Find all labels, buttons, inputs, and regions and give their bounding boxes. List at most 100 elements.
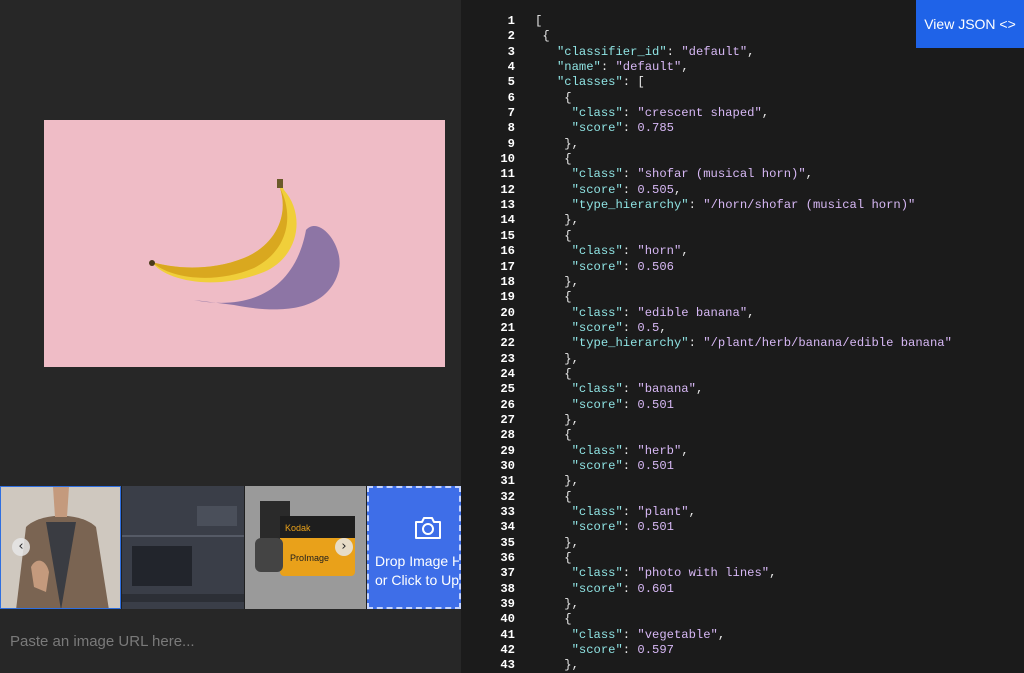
line-number: 19 — [500, 290, 515, 305]
line-content: "class": "crescent shaped", — [571, 106, 770, 121]
line-number: 6 — [507, 90, 515, 105]
line-content: { — [535, 152, 572, 167]
image-preview — [44, 120, 445, 367]
line-number: 22 — [500, 336, 515, 351]
thumbnail-circuit-board[interactable] — [122, 486, 244, 609]
line-number: 41 — [500, 627, 515, 642]
code-line: 43 }, — [461, 658, 1024, 673]
code-line: 9 }, — [461, 137, 1024, 152]
code-line: 21 "score": 0.5, — [461, 321, 1024, 336]
line-number: 37 — [500, 566, 515, 581]
line-content: }, — [535, 658, 579, 673]
line-number: 13 — [500, 198, 515, 213]
code-line: 26 "score": 0.501 — [461, 398, 1024, 413]
line-content: "score": 0.506 — [571, 259, 674, 274]
line-number: 30 — [500, 458, 515, 473]
code-line: 14 }, — [461, 213, 1024, 228]
line-number: 1 — [507, 14, 515, 28]
line-content: }, — [535, 351, 579, 366]
line-content: }, — [535, 412, 579, 427]
line-content: }, — [535, 597, 579, 612]
code-line: 20 "class": "edible banana", — [461, 306, 1024, 321]
line-content: { — [535, 428, 572, 443]
line-content: "class": "edible banana", — [571, 305, 755, 320]
line-number: 43 — [500, 658, 515, 673]
line-content: "classes": [ — [556, 75, 645, 90]
image-url-input[interactable] — [0, 610, 461, 673]
line-number: 10 — [500, 152, 515, 167]
line-content: "class": "herb", — [571, 443, 689, 458]
code-line: 17 "score": 0.506 — [461, 260, 1024, 275]
line-number: 5 — [507, 75, 515, 90]
svg-text:ProImage: ProImage — [290, 553, 329, 563]
carousel-prev-button[interactable]: ‹ — [12, 538, 30, 556]
camera-icon — [415, 517, 441, 539]
line-number: 14 — [500, 213, 515, 228]
line-content: "score": 0.5, — [571, 320, 667, 335]
line-number: 32 — [500, 489, 515, 504]
line-number: 3 — [507, 44, 515, 59]
code-line: 23 }, — [461, 352, 1024, 367]
line-number: 26 — [500, 397, 515, 412]
carousel-next-button[interactable]: › — [335, 538, 353, 556]
code-line: 28 { — [461, 428, 1024, 443]
line-content: { — [535, 228, 572, 243]
line-number: 38 — [500, 581, 515, 596]
code-line: 10 { — [461, 152, 1024, 167]
line-content: "score": 0.501 — [571, 397, 674, 412]
line-number: 23 — [500, 351, 515, 366]
line-number: 9 — [507, 136, 515, 151]
line-content: }, — [535, 474, 579, 489]
line-content: "score": 0.785 — [571, 121, 674, 136]
line-number: 21 — [500, 320, 515, 335]
line-content: "score": 0.597 — [571, 643, 674, 658]
line-number: 2 — [507, 29, 515, 44]
banana-image — [149, 179, 340, 310]
code-line: 30 "score": 0.501 — [461, 459, 1024, 474]
code-line: 37 "class": "photo with lines", — [461, 566, 1024, 581]
line-content: "name": "default", — [556, 60, 689, 75]
code-line: 8 "score": 0.785 — [461, 121, 1024, 136]
line-content: "class": "plant", — [571, 505, 696, 519]
line-number: 24 — [500, 366, 515, 381]
code-line: 36 { — [461, 551, 1024, 566]
dropzone-line-2: or Click to Upload — [375, 572, 461, 588]
line-content: "type_hierarchy": "/plant/herb/banana/ed… — [571, 336, 952, 351]
line-content: }, — [535, 535, 579, 550]
line-number: 31 — [500, 474, 515, 489]
line-number: 25 — [500, 382, 515, 397]
code-line: 34 "score": 0.501 — [461, 520, 1024, 535]
code-line: 40 { — [461, 612, 1024, 627]
view-json-button[interactable]: View JSON <> — [916, 0, 1024, 48]
code-line: 7 "class": "crescent shaped", — [461, 106, 1024, 121]
line-number: 16 — [500, 244, 515, 259]
line-content: "score": 0.501 — [571, 458, 674, 473]
line-content: { — [535, 90, 572, 105]
code-line: 24 { — [461, 367, 1024, 382]
dropzone-line-1: Drop Image Here — [375, 553, 459, 569]
code-line: 35 }, — [461, 536, 1024, 551]
line-content: }, — [535, 136, 579, 151]
line-number: 42 — [500, 643, 515, 658]
line-number: 28 — [500, 428, 515, 443]
line-number: 36 — [500, 551, 515, 566]
line-content: "class": "photo with lines", — [571, 566, 777, 581]
code-line: 19 { — [461, 290, 1024, 305]
line-number: 40 — [500, 612, 515, 627]
code-line: 31 }, — [461, 474, 1024, 489]
image-panel: Kodak ProImage ‹ › Drop Image Here or Cl… — [0, 0, 461, 673]
line-number: 20 — [500, 305, 515, 320]
line-number: 33 — [500, 505, 515, 519]
dropzone-text: Drop Image Here or Click to Upload — [375, 552, 461, 590]
line-content: { — [535, 612, 572, 627]
line-content: { — [535, 489, 572, 504]
code-line: 25 "class": "banana", — [461, 382, 1024, 397]
line-content: "classifier_id": "default", — [556, 44, 755, 59]
upload-dropzone[interactable]: Drop Image Here or Click to Upload — [367, 486, 461, 609]
line-content: { — [535, 551, 572, 566]
line-number: 11 — [500, 167, 515, 182]
line-content: "class": "vegetable", — [571, 627, 726, 642]
line-number: 8 — [507, 121, 515, 136]
line-content: }, — [535, 213, 579, 228]
code-line: 6 { — [461, 91, 1024, 106]
